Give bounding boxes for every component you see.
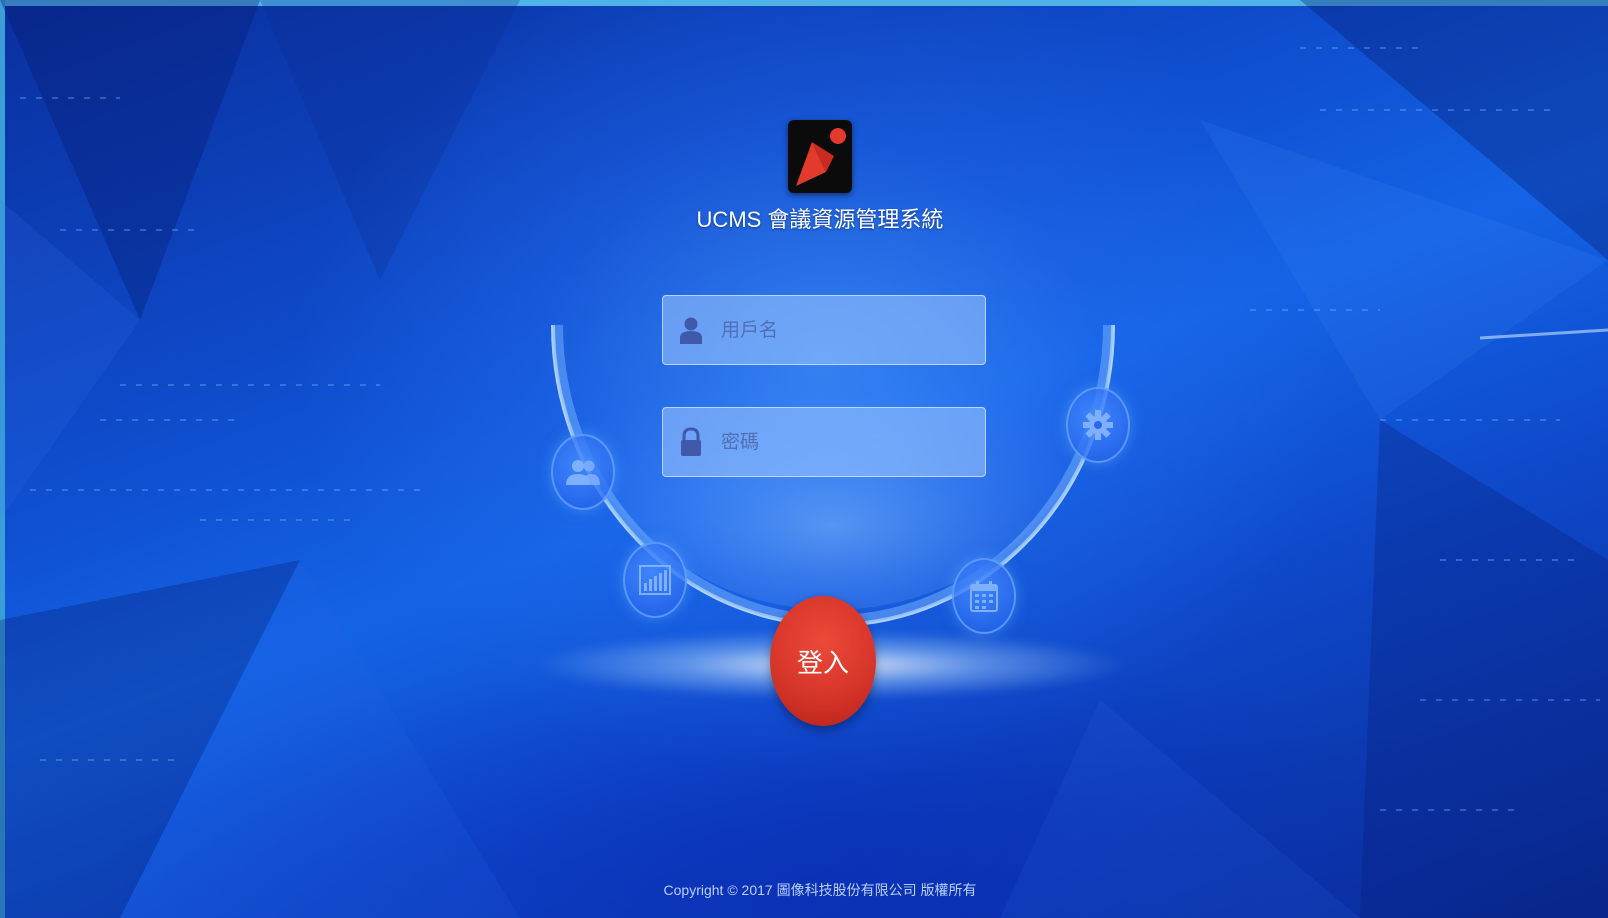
username-field[interactable] <box>662 295 986 365</box>
copyright-text: Copyright © 2017 圖像科技股份有限公司 版權所有 <box>663 882 977 898</box>
username-input[interactable] <box>721 310 961 350</box>
app-title: UCMS 會議資源管理系統 <box>696 207 944 232</box>
bar-chart-icon <box>639 565 671 595</box>
password-input[interactable] <box>721 422 961 462</box>
chart-bubble <box>623 542 687 618</box>
logo-mark-icon <box>796 128 846 186</box>
users-bubble <box>551 434 615 510</box>
settings-bubble <box>1066 387 1130 463</box>
login-screen: UCMS 會議資源管理系統 用戶名 登入 Copyright © 2017 圖像… <box>0 0 1608 918</box>
lock-icon <box>679 427 703 457</box>
login-button[interactable]: 登入 <box>770 596 876 726</box>
calendar-icon <box>970 581 998 612</box>
user-icon <box>679 315 703 345</box>
password-field[interactable] <box>662 407 986 477</box>
gear-icon <box>1083 410 1113 440</box>
users-icon <box>566 460 600 485</box>
calendar-bubble <box>952 558 1016 634</box>
app-logo <box>788 120 852 193</box>
